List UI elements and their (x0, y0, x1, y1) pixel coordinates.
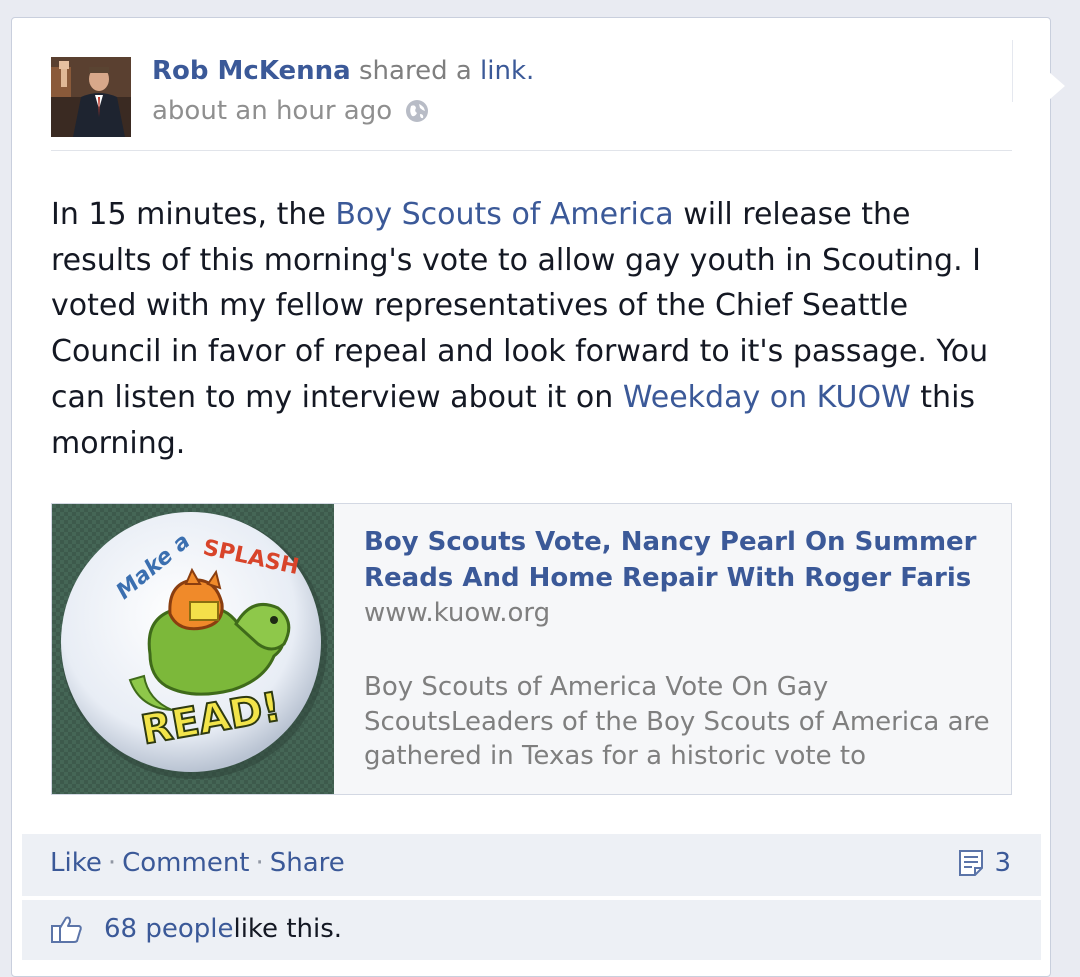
timeline-divider (1012, 40, 1013, 102)
author-name[interactable]: Rob McKenna (152, 56, 351, 86)
thumbs-up-icon (51, 916, 82, 943)
card-pointer (1049, 72, 1065, 100)
comment-icon (959, 850, 984, 876)
action-bar: Like · Comment · Share 3 (22, 834, 1041, 896)
link-attachment[interactable]: Make a SPLASH READ! Boy Scouts Vote, Nan… (51, 503, 1012, 795)
comment-button[interactable]: Comment (122, 848, 249, 878)
likes-count-link[interactable]: 68 people (104, 914, 233, 944)
post-message: In 15 minutes, the Boy Scouts of America… (51, 192, 1006, 466)
attachment-thumbnail[interactable]: Make a SPLASH READ! (52, 504, 334, 794)
likes-suffix: like this. (233, 914, 343, 944)
like-button[interactable]: Like (50, 848, 102, 878)
action-period: . (526, 56, 535, 86)
message-text-1: In 15 minutes, the (51, 197, 336, 232)
likes-summary: 68 people like this. (50, 914, 342, 944)
likes-bar: 68 people like this. (22, 900, 1041, 960)
globe-icon[interactable] (404, 98, 430, 124)
comment-count: 3 (994, 848, 1011, 878)
timestamp[interactable]: about an hour ago (152, 96, 392, 126)
timestamp-row: about an hour ago (152, 96, 430, 126)
attachment-domain: www.kuow.org (364, 598, 551, 628)
attachment-title[interactable]: Boy Scouts Vote, Nancy Pearl On Summer R… (364, 524, 994, 596)
separator: · (107, 848, 117, 878)
attachment-description: Boy Scouts of America Vote On Gay Scouts… (364, 672, 990, 771)
header-divider (51, 150, 1012, 151)
boy-scouts-link[interactable]: Boy Scouts of America (335, 197, 673, 232)
action-text: shared a (350, 56, 481, 86)
action-links: Like · Comment · Share (50, 848, 345, 878)
avatar[interactable] (51, 57, 131, 137)
separator: · (255, 848, 264, 878)
kuow-link[interactable]: Weekday on KUOW (623, 380, 911, 415)
share-button[interactable]: Share (270, 848, 345, 878)
story-card (11, 17, 1051, 977)
comment-count-button[interactable]: 3 (956, 848, 1011, 878)
story-header: Rob McKenna shared a link. (152, 56, 534, 86)
shared-link-word[interactable]: link (480, 56, 526, 86)
